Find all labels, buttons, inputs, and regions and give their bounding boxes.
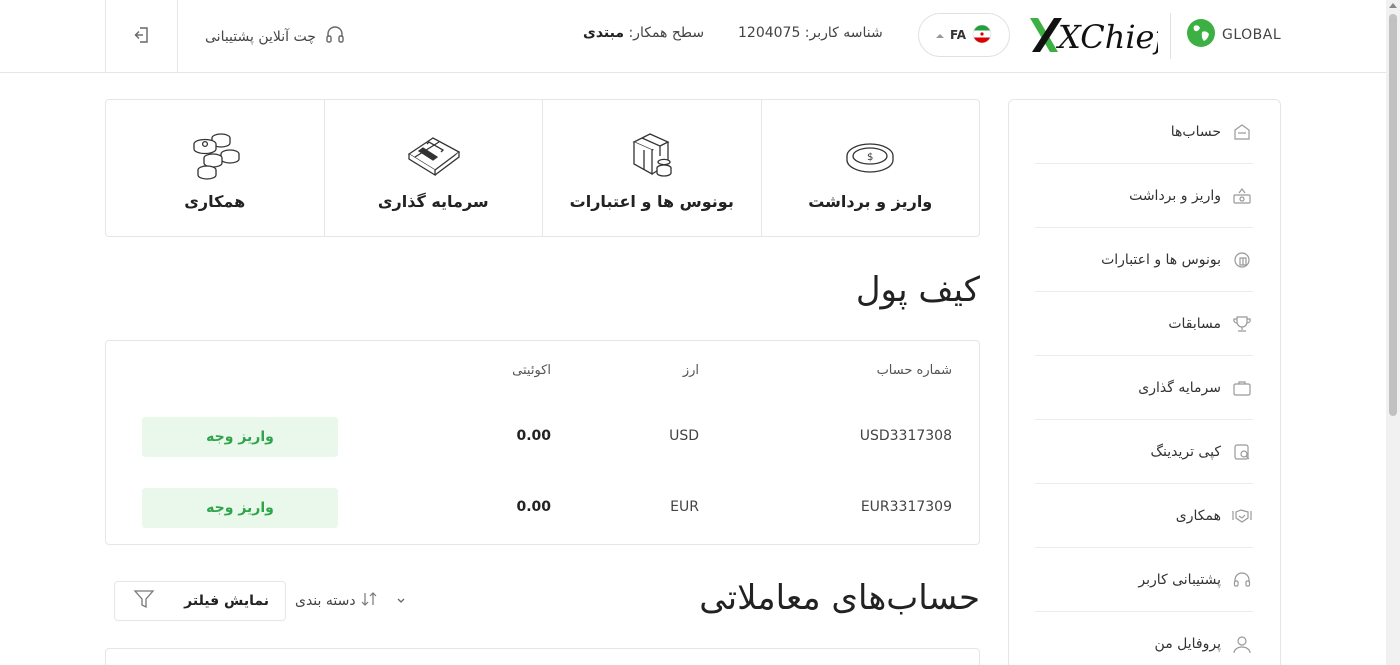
- sidebar-item-bonus[interactable]: بونوس ها و اعتبارات: [1035, 228, 1253, 292]
- sidebar-item-label: کپی تریدینگ: [1150, 443, 1221, 460]
- trophy-icon: [1231, 313, 1253, 335]
- card-bonus-label: بونوس ها و اعتبارات: [569, 192, 734, 211]
- equity: 0.00: [516, 499, 551, 515]
- support-chat-label: چت آنلاین پشتیبانی: [205, 29, 316, 45]
- partner-level-label: سطح همکار:: [628, 25, 705, 41]
- sort-arrows-icon: [360, 590, 378, 612]
- sort-label: دسته بندی: [295, 593, 356, 609]
- logout-button[interactable]: [105, 0, 178, 73]
- scroll-thumb[interactable]: [1389, 14, 1397, 416]
- show-filter-button[interactable]: نمایش فیلتر: [114, 581, 286, 621]
- sidebar-item-label: حساب‌ها: [1170, 123, 1221, 140]
- global-link[interactable]: GLOBAL: [1186, 18, 1281, 52]
- column-header-account: شماره حساب: [876, 363, 952, 378]
- language-select[interactable]: FA: [918, 13, 1010, 57]
- logo-divider: [1170, 13, 1171, 59]
- sort-control[interactable]: دسته بندی: [295, 590, 378, 612]
- support-chat-link[interactable]: چت آنلاین پشتیبانی: [205, 24, 346, 50]
- global-label: GLOBAL: [1222, 27, 1282, 43]
- user-icon: [1231, 633, 1253, 655]
- coins-stack-icon: [185, 130, 245, 182]
- sidebar-item-label: واریز و برداشت: [1129, 187, 1221, 204]
- globe-icon: [1186, 18, 1216, 52]
- column-header-equity: اکوئیتی: [512, 363, 551, 378]
- sidebar-item-deposit-withdraw[interactable]: واریز و برداشت: [1035, 164, 1253, 228]
- card-partnership-label: همکاری: [184, 192, 246, 211]
- sidebar-item-investment[interactable]: سرمایه گذاری: [1035, 356, 1253, 420]
- sidebar-item-label: سرمایه گذاری: [1138, 379, 1221, 396]
- account-number: EUR3317309: [860, 499, 952, 515]
- card-investment[interactable]: سرمایه گذاری: [323, 100, 543, 236]
- card-deposit-withdraw-label: واریز و برداشت: [808, 192, 933, 211]
- trading-accounts-list: [105, 648, 980, 665]
- bonus-icon: [1231, 249, 1253, 271]
- deposit-button[interactable]: واریز وجه: [142, 417, 338, 457]
- equity: 0.00: [516, 428, 551, 444]
- sidebar-item-accounts[interactable]: حساب‌ها: [1035, 100, 1253, 164]
- sidebar-item-label: بونوس ها و اعتبارات: [1101, 251, 1221, 268]
- page-scrollbar[interactable]: [1386, 0, 1400, 665]
- sidebar-item-label: پشتیبانی کاربر: [1138, 571, 1221, 588]
- copy-trading-icon: [1231, 441, 1253, 463]
- coin-icon: $: [840, 130, 900, 182]
- sidebar-item-partnership[interactable]: همکاری: [1035, 484, 1253, 548]
- filter-label: نمایش فیلتر: [184, 593, 269, 609]
- sidebar-item-my-profile[interactable]: پروفایل من: [1035, 612, 1253, 665]
- top-header: چت آنلاین پشتیبانی سطح همکار: مبتدی شناس…: [0, 0, 1386, 73]
- partner-level: سطح همکار: مبتدی: [583, 25, 704, 41]
- account-number: USD3317308: [859, 428, 952, 444]
- sidebar-item-label: همکاری: [1175, 507, 1221, 524]
- logout-icon: [132, 25, 152, 49]
- iran-flag-icon: [972, 24, 992, 47]
- card-partnership[interactable]: همکاری: [106, 100, 324, 236]
- card-deposit-withdraw[interactable]: $ واریز و برداشت: [760, 100, 980, 236]
- svg-text:$: $: [867, 152, 873, 163]
- trading-accounts-title: حساب‌های معاملاتی: [699, 578, 980, 618]
- sidebar-item-label: مسابقات: [1168, 315, 1221, 332]
- currency: USD: [669, 428, 699, 444]
- briefcase-icon: [403, 130, 463, 182]
- user-id: شناسه کاربر: 1204075: [738, 25, 883, 41]
- currency: EUR: [670, 499, 699, 515]
- partner-level-value: مبتدی: [583, 25, 625, 41]
- wallet-title: کیف پول: [855, 270, 980, 310]
- handshake-icon: [1231, 505, 1253, 527]
- gift-box-icon: [622, 130, 682, 182]
- accounts-icon: [1231, 121, 1253, 143]
- column-header-currency: ارز: [682, 363, 699, 378]
- language-code: FA: [949, 28, 967, 42]
- sidebar-item-copy-trading[interactable]: کپی تریدینگ: [1035, 420, 1253, 484]
- sidebar-item-competitions[interactable]: مسابقات: [1035, 292, 1253, 356]
- wallet-table: شماره حساب ارز اکوئیتی USD3317308 USD 0.…: [105, 340, 980, 545]
- logo-text: XChief: [1055, 18, 1158, 56]
- sidebar-item-label: پروفایل من: [1154, 636, 1221, 652]
- headset-icon: [324, 24, 346, 50]
- headset-icon: [1231, 569, 1253, 591]
- xchief-logo[interactable]: XChief: [1028, 8, 1171, 62]
- deposit-withdraw-icon: [1231, 185, 1253, 207]
- scroll-up-arrow[interactable]: [1389, 3, 1397, 8]
- filter-icon: [133, 588, 155, 614]
- sidebar: حساب‌ها واریز و برداشت بونوس ها و اعتبار…: [1008, 99, 1281, 665]
- sidebar-item-user-support[interactable]: پشتیبانی کاربر: [1035, 548, 1253, 612]
- card-investment-label: سرمایه گذاری: [377, 192, 489, 211]
- briefcase-icon: [1231, 377, 1253, 399]
- deposit-button[interactable]: واریز وجه: [142, 488, 338, 528]
- chevron-down-icon[interactable]: [396, 594, 406, 608]
- card-bonus[interactable]: بونوس ها و اعتبارات: [542, 100, 761, 236]
- quick-cards: همکاری سرمایه گذاری بونوس ها و اعتبارات …: [105, 99, 980, 237]
- chevron-up-icon: [935, 28, 944, 42]
